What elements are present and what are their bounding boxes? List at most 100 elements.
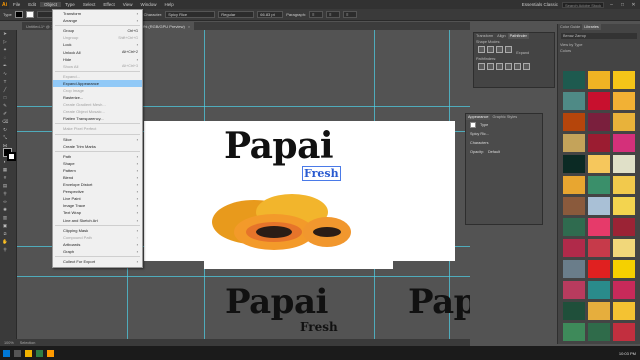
menu-item-perspective[interactable]: Perspective › bbox=[53, 188, 142, 195]
color-swatch[interactable] bbox=[613, 113, 635, 131]
character-label[interactable]: Character: bbox=[144, 12, 163, 17]
selection-tool-icon[interactable]: ➤ bbox=[2, 31, 8, 37]
hand-tool-icon[interactable]: ✋ bbox=[2, 239, 8, 245]
papaya-image[interactable] bbox=[212, 190, 362, 252]
minus-back-button[interactable] bbox=[523, 63, 530, 70]
curvature-tool-icon[interactable]: ∿ bbox=[2, 71, 8, 77]
color-swatch[interactable] bbox=[613, 197, 635, 215]
color-swatch[interactable] bbox=[613, 155, 635, 173]
minus-front-button[interactable] bbox=[487, 46, 494, 53]
minimize-icon[interactable]: – bbox=[608, 2, 615, 8]
pencil-tool-icon[interactable]: ✐ bbox=[2, 111, 8, 117]
menu-item-lock[interactable]: Lock › bbox=[53, 41, 142, 48]
color-swatch[interactable] bbox=[563, 218, 585, 236]
symbol-sprayer-tool-icon[interactable]: ✺ bbox=[2, 207, 8, 213]
color-swatch[interactable] bbox=[588, 197, 610, 215]
menu-item-slice[interactable]: Slice › bbox=[53, 136, 142, 143]
perspective-grid-tool-icon[interactable]: ▦ bbox=[2, 167, 8, 173]
menu-window[interactable]: Window bbox=[136, 2, 160, 7]
outline-button[interactable] bbox=[514, 63, 521, 70]
trim-button[interactable] bbox=[487, 63, 494, 70]
menu-item-pattern[interactable]: Pattern › bbox=[53, 167, 142, 174]
menu-edit[interactable]: Edit bbox=[24, 2, 40, 7]
zoom-tool-icon[interactable]: ⚲ bbox=[2, 247, 8, 253]
menu-item-path[interactable]: Path › bbox=[53, 153, 142, 160]
color-swatch[interactable] bbox=[613, 176, 635, 194]
menu-item-line-and-sketch-art[interactable]: Line and Sketch Art › bbox=[53, 217, 142, 224]
outline-title-right[interactable]: Papai bbox=[408, 282, 470, 322]
menu-item-unlock-all[interactable]: Unlock All Alt+Ctrl+2 bbox=[53, 48, 142, 55]
color-swatch[interactable] bbox=[563, 113, 585, 131]
menu-item-arrange[interactable]: Arrange › bbox=[53, 17, 142, 24]
eyedropper-tool-icon[interactable]: ⚲ bbox=[2, 191, 8, 197]
eraser-tool-icon[interactable]: ⌫ bbox=[2, 119, 8, 125]
color-swatch[interactable] bbox=[588, 260, 610, 278]
taskview-icon[interactable] bbox=[14, 349, 21, 357]
close-icon[interactable]: ✕ bbox=[630, 2, 637, 8]
color-swatch[interactable] bbox=[613, 239, 635, 257]
menu-item-rasterize[interactable]: Rasterize... bbox=[53, 94, 142, 101]
menu-item-flatten-transparency[interactable]: Flatten Transparency... bbox=[53, 115, 142, 122]
color-swatch[interactable] bbox=[588, 323, 610, 341]
color-swatch[interactable] bbox=[563, 134, 585, 152]
menu-object[interactable]: Object bbox=[40, 2, 62, 7]
explorer-icon[interactable] bbox=[25, 349, 32, 357]
color-swatch[interactable] bbox=[563, 92, 585, 110]
color-swatch[interactable] bbox=[563, 281, 585, 299]
color-swatch[interactable] bbox=[563, 239, 585, 257]
color-swatch[interactable] bbox=[563, 71, 585, 89]
intersect-button[interactable] bbox=[496, 46, 503, 53]
color-swatch[interactable] bbox=[563, 260, 585, 278]
crop-button[interactable] bbox=[505, 63, 512, 70]
unite-button[interactable] bbox=[478, 46, 485, 53]
color-swatch[interactable] bbox=[563, 155, 585, 173]
color-swatch[interactable] bbox=[613, 71, 635, 89]
align-left-button[interactable]: ≡ bbox=[309, 11, 324, 18]
illustrator-icon[interactable] bbox=[47, 349, 54, 357]
appearance-type-row[interactable]: Type bbox=[466, 120, 542, 129]
merge-button[interactable] bbox=[496, 63, 503, 70]
color-swatch[interactable] bbox=[588, 71, 610, 89]
expand-button[interactable]: Expand bbox=[514, 50, 531, 56]
library-select[interactable]: Benaz Zarrop bbox=[561, 33, 637, 39]
direct-selection-tool-icon[interactable]: ▷ bbox=[2, 39, 8, 45]
magic-wand-tool-icon[interactable]: ✦ bbox=[2, 47, 8, 53]
slice-tool-icon[interactable]: ⧄ bbox=[2, 231, 8, 237]
color-swatch[interactable] bbox=[588, 134, 610, 152]
color-swatch[interactable] bbox=[588, 218, 610, 236]
appearance-group-row[interactable]: Spicy Ric... bbox=[466, 129, 542, 138]
menu-item-graph[interactable]: Graph › bbox=[53, 248, 142, 255]
type-tool-icon[interactable]: T bbox=[2, 79, 8, 85]
tab-libraries[interactable]: Libraries bbox=[582, 24, 601, 30]
stroke-color-box[interactable] bbox=[7, 152, 16, 161]
menu-effect[interactable]: Effect bbox=[99, 2, 118, 7]
menu-view[interactable]: View bbox=[119, 2, 137, 7]
lasso-tool-icon[interactable]: ◌ bbox=[2, 55, 8, 61]
appearance-opacity-row[interactable]: Opacity: Default bbox=[466, 147, 542, 156]
menu-select[interactable]: Select bbox=[79, 2, 100, 7]
menu-item-shape[interactable]: Shape › bbox=[53, 160, 142, 167]
color-swatch[interactable] bbox=[563, 302, 585, 320]
paintbrush-tool-icon[interactable]: ✎ bbox=[2, 103, 8, 109]
menu-item-envelope-distort[interactable]: Envelope Distort › bbox=[53, 181, 142, 188]
color-swatch[interactable] bbox=[563, 197, 585, 215]
scale-tool-icon[interactable]: ⤡ bbox=[2, 135, 8, 141]
menu-item-expand-appearance[interactable]: Expand Appearance bbox=[53, 79, 142, 87]
close-tab-icon[interactable]: × bbox=[188, 24, 190, 29]
color-swatch[interactable] bbox=[588, 281, 610, 299]
stroke-swatch[interactable] bbox=[25, 11, 34, 18]
zoom-level[interactable]: 100% bbox=[4, 341, 14, 345]
tab-graphic-styles[interactable]: Graphic Styles bbox=[490, 114, 519, 120]
line-tool-icon[interactable]: ╱ bbox=[2, 87, 8, 93]
menu-item-clipping-mask[interactable]: Clipping Mask › bbox=[53, 227, 142, 234]
gradient-tool-icon[interactable]: ▤ bbox=[2, 183, 8, 189]
tab-appearance[interactable]: Appearance bbox=[466, 114, 491, 120]
menu-item-hide[interactable]: Hide › bbox=[53, 56, 142, 63]
stock-search-input[interactable]: Search Adobe Stock bbox=[562, 1, 604, 8]
outline-subtitle-left[interactable]: Fresh bbox=[300, 320, 338, 334]
rotate-tool-icon[interactable]: ↻ bbox=[2, 127, 8, 133]
color-swatch[interactable] bbox=[563, 323, 585, 341]
align-right-button[interactable]: ≡ bbox=[343, 11, 358, 18]
menu-item-image-trace[interactable]: Image Trace › bbox=[53, 202, 142, 209]
align-center-button[interactable]: ≡ bbox=[326, 11, 341, 18]
